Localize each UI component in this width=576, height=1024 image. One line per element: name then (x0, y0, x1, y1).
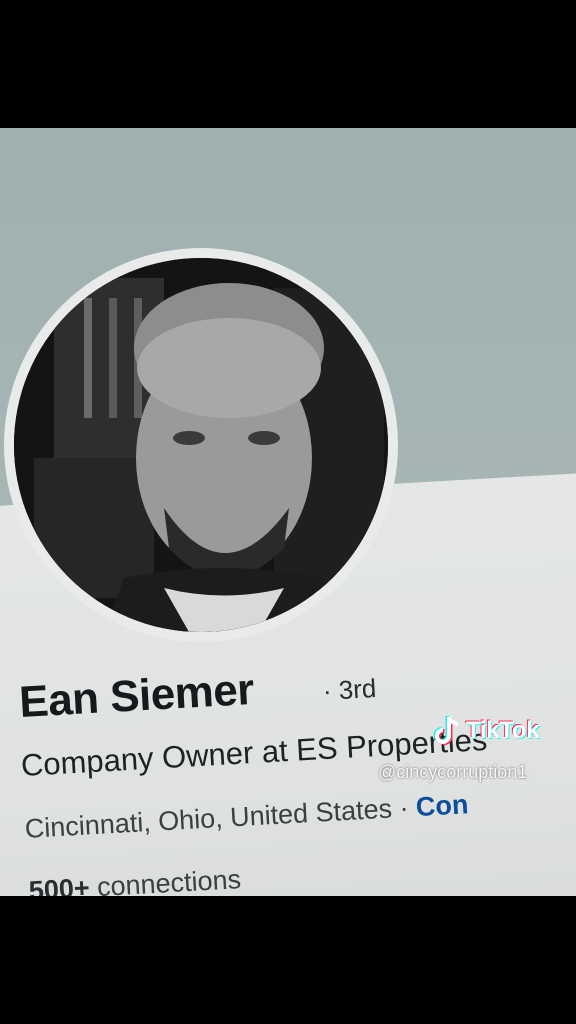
tiktok-handle: @cincycorruption1 (378, 762, 528, 782)
connections-row[interactable]: 500+ connections (28, 864, 242, 896)
tiktok-brand: TikTok (466, 717, 540, 744)
connections-count: 500+ (28, 872, 91, 896)
tiktok-note-icon (433, 716, 459, 745)
tiktok-watermark: TikTok (432, 714, 540, 748)
contact-info-link[interactable]: Con (415, 789, 469, 822)
profile-location-row: Cincinnati, Ohio, United States · Con (24, 789, 469, 845)
profile-name: Ean Siemer (18, 664, 256, 727)
profile-location: Cincinnati, Ohio, United States (24, 793, 393, 844)
letterbox-top (0, 0, 576, 128)
location-separator: · (391, 792, 417, 824)
connections-label: connections (88, 864, 242, 896)
connection-degree: · 3rd (322, 673, 378, 706)
letterbox-bottom (0, 896, 576, 1024)
